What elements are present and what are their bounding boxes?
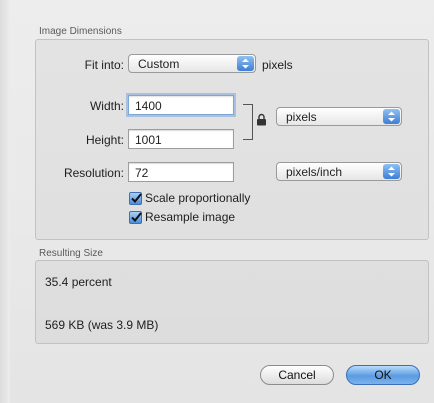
height-value: 1001 (135, 133, 162, 147)
resolution-label: Resolution: (63, 166, 124, 180)
size-unit-value: pixels (286, 110, 317, 124)
image-dimensions-label: Image Dimensions (39, 26, 122, 37)
popup-arrows-icon (383, 109, 400, 124)
resolution-field[interactable]: 72 (128, 162, 234, 182)
resolution-value: 72 (135, 166, 149, 180)
ok-button[interactable]: OK (346, 365, 420, 385)
fit-into-value: Custom (138, 57, 180, 71)
width-field[interactable]: 1400 (128, 95, 234, 115)
lock-icon (256, 113, 267, 131)
resulting-percent: 35.4 percent (45, 275, 112, 289)
fit-into-unit: pixels (262, 58, 293, 72)
popup-arrows-icon (237, 56, 254, 71)
resolution-unit-value: pixels/inch (286, 165, 343, 179)
resample-image-label[interactable]: Resample image (145, 210, 235, 224)
resample-image-checkbox[interactable] (129, 211, 142, 224)
resulting-file-size: 569 KB (was 3.9 MB) (45, 318, 159, 332)
image-size-sheet: Image Dimensions Fit into: Custom pixels… (10, 0, 434, 403)
width-label: Width: (89, 99, 124, 113)
height-field[interactable]: 1001 (128, 129, 234, 149)
size-unit-popup[interactable]: pixels (276, 107, 402, 126)
resolution-unit-popup[interactable]: pixels/inch (276, 162, 402, 181)
fit-into-label: Fit into: (84, 58, 124, 72)
checkmark-icon (131, 212, 142, 222)
popup-arrows-icon (383, 164, 400, 179)
height-label: Height: (85, 133, 124, 147)
scale-proportionally-label[interactable]: Scale proportionally (145, 191, 250, 205)
checkmark-icon (131, 193, 142, 203)
resulting-size-label: Resulting Size (39, 248, 103, 259)
width-value: 1400 (135, 99, 162, 113)
constrain-bracket (243, 104, 253, 140)
scale-proportionally-checkbox[interactable] (129, 192, 142, 205)
fit-into-popup[interactable]: Custom (128, 54, 256, 73)
cancel-button[interactable]: Cancel (260, 365, 334, 385)
